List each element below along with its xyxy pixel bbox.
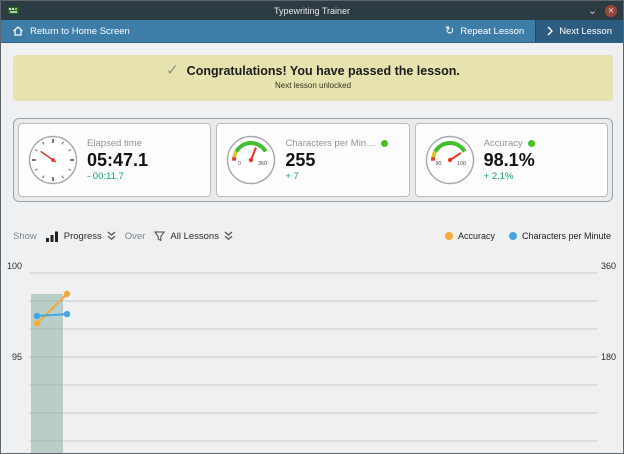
gauge-max-label: 100 [457, 161, 466, 167]
show-label: Show [13, 231, 37, 242]
next-lesson-label: Next Lesson [559, 26, 612, 37]
data-point [34, 313, 40, 319]
return-home-label: Return to Home Screen [30, 26, 130, 37]
banner-subtitle: Next lesson unlocked [13, 81, 613, 90]
cpm-legend-label: Characters per Minute [522, 231, 611, 241]
repeat-lesson-label: Repeat Lesson [460, 26, 524, 37]
card-value: 255 [285, 150, 387, 171]
progress-selector[interactable]: Progress [46, 231, 116, 242]
refresh-icon: ↻ [445, 26, 454, 37]
chart-controls: Show Progress Over All Lessons [13, 228, 611, 244]
card-change: - 00:11.7 [87, 171, 148, 182]
clock-icon [27, 134, 79, 186]
chart-legend: Accuracy Characters per Minute [445, 231, 611, 241]
close-icon[interactable]: ✕ [605, 5, 617, 17]
next-lesson-button[interactable]: Next Lesson [535, 20, 623, 42]
accuracy-card: 90 100 Accuracy 98.1% + 2.1% [415, 123, 608, 197]
window-title: Typewriting Trainer [1, 6, 623, 16]
filter-funnel-icon [154, 231, 165, 242]
cpm-legend-dot [509, 232, 517, 240]
trend-up-dot [528, 140, 535, 147]
chevron-down-icon[interactable]: ⌄ [588, 6, 597, 16]
data-point [34, 320, 40, 326]
data-point [64, 311, 70, 317]
speed-gauge-icon: 0 360 [225, 134, 277, 186]
card-label: Accuracy [484, 138, 523, 149]
accuracy-legend-dot [445, 232, 453, 240]
card-change: + 7 [285, 171, 387, 182]
card-label: Elapsed time [87, 138, 142, 149]
legend-item-cpm: Characters per Minute [509, 231, 611, 241]
over-label: Over [125, 231, 146, 242]
stats-panel: Elapsed time 05:47.1 - 00:11.7 0 360 [13, 118, 613, 202]
card-change: + 2.1% [484, 171, 535, 182]
checkmark-icon: ✓ [166, 63, 179, 78]
bar-chart-icon [46, 231, 59, 242]
home-icon [12, 25, 24, 37]
return-home-button[interactable]: Return to Home Screen [1, 20, 141, 42]
chevron-right-icon [547, 26, 553, 36]
gauge-max-label: 360 [259, 161, 268, 167]
app-window: Typewriting Trainer ⌄ ✕ Return to Home S… [0, 0, 624, 454]
card-value: 05:47.1 [87, 150, 148, 171]
lessons-selector-label: All Lessons [170, 231, 219, 242]
cpm-card: 0 360 Characters per Min… 255 + 7 [216, 123, 409, 197]
double-chevron-down-icon [107, 231, 116, 241]
accuracy-legend-label: Accuracy [458, 231, 495, 241]
titlebar[interactable]: Typewriting Trainer ⌄ ✕ [1, 1, 623, 20]
left-axis-tick-label: 100 [7, 261, 22, 271]
repeat-lesson-button[interactable]: ↻ Repeat Lesson [434, 20, 535, 42]
left-axis-tick-label: 95 [12, 352, 22, 362]
lessons-selector[interactable]: All Lessons [154, 231, 233, 242]
app-icon [7, 4, 20, 17]
banner-title: Congratulations! You have passed the les… [187, 64, 460, 78]
progress-chart: 100 95 360 180 [1, 251, 624, 454]
card-value: 98.1% [484, 150, 535, 171]
right-axis-tick-label: 180 [601, 352, 616, 362]
congrats-banner: ✓ Congratulations! You have passed the l… [13, 55, 613, 101]
progress-chart-canvas: 100 95 360 180 [1, 251, 624, 454]
toolbar: Return to Home Screen ↻ Repeat Lesson Ne… [1, 20, 623, 43]
gauge-min-label: 0 [238, 161, 241, 167]
data-point [64, 291, 70, 297]
legend-item-accuracy: Accuracy [445, 231, 495, 241]
accuracy-gauge-icon: 90 100 [424, 134, 476, 186]
double-chevron-down-icon [224, 231, 233, 241]
card-label: Characters per Min… [285, 138, 375, 149]
right-axis-tick-label: 360 [601, 261, 616, 271]
progress-selector-label: Progress [64, 231, 102, 242]
gauge-min-label: 90 [435, 161, 441, 167]
elapsed-time-card: Elapsed time 05:47.1 - 00:11.7 [18, 123, 211, 197]
trend-up-dot [381, 140, 388, 147]
